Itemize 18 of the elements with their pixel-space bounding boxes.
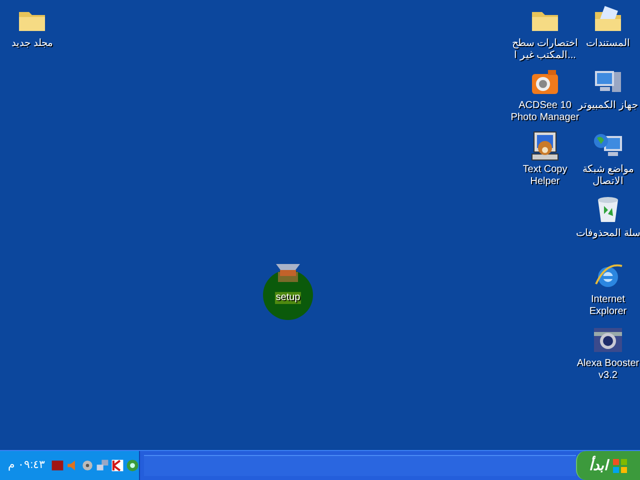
update-icon[interactable]: [126, 459, 140, 472]
network-computers-icon[interactable]: [96, 459, 110, 472]
icon-label[interactable]: سلة المحذوفات: [575, 228, 640, 240]
icon-label[interactable]: Internet Explorer: [588, 294, 628, 318]
icon-label[interactable]: اختصارات سطح المكتب غير ا...: [511, 38, 579, 62]
shield-k-icon[interactable]: [111, 459, 124, 472]
icon-label[interactable]: مواضع شبكة الاتصال: [582, 164, 634, 188]
icon-label[interactable]: Text Copy Helper: [522, 164, 568, 188]
icon-label[interactable]: setup: [274, 292, 302, 304]
windows-logo-icon: [612, 458, 628, 474]
dog-computer-icon: [529, 130, 561, 162]
icon-label[interactable]: جهاز الكمبيوتر: [577, 100, 639, 112]
icon-label[interactable]: مجلد جديد: [10, 38, 54, 50]
tray-app-icon[interactable]: [51, 459, 64, 472]
start-button[interactable]: ابدأ: [576, 451, 640, 480]
icon-label[interactable]: Alexa Booster v3.2: [576, 358, 640, 382]
disc-icon[interactable]: [81, 459, 94, 472]
icon-label[interactable]: المستندات: [585, 38, 631, 50]
